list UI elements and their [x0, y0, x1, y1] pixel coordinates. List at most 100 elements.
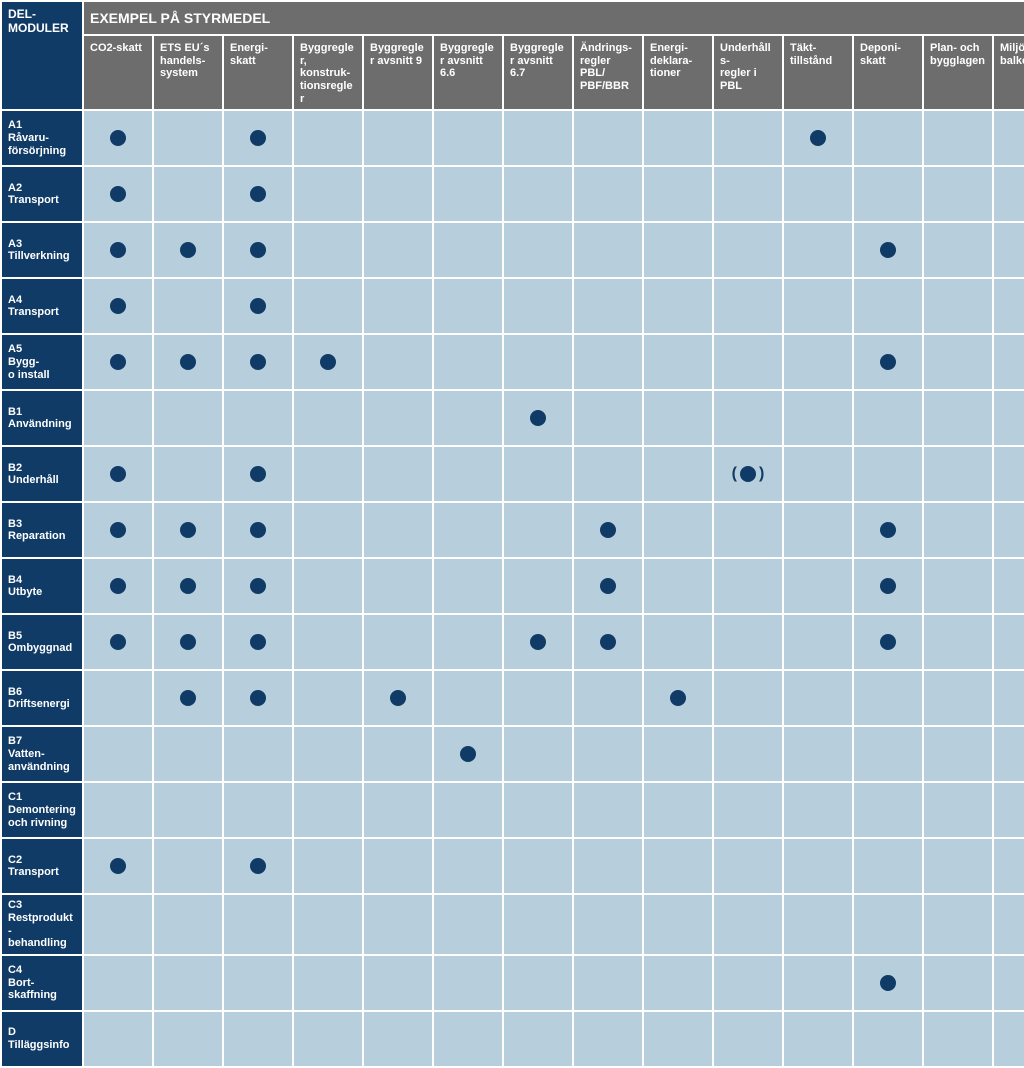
- matrix-cell: [294, 167, 362, 221]
- matrix-cell: [224, 956, 292, 1010]
- matrix-cell: [924, 335, 992, 389]
- matrix-cell: [84, 391, 152, 445]
- matrix-cell: [434, 335, 502, 389]
- dot-icon: [880, 634, 896, 650]
- matrix-cell: [434, 895, 502, 954]
- matrix-cell: [224, 671, 292, 725]
- dot-icon: [180, 578, 196, 594]
- dot-icon: [180, 354, 196, 370]
- matrix-cell: [574, 391, 642, 445]
- matrix-cell: [434, 447, 502, 501]
- row-header: B1Användning: [2, 391, 82, 445]
- dot-icon: [600, 578, 616, 594]
- dot-icon: [180, 242, 196, 258]
- col-header: Byggregler avsnitt 6.7: [504, 36, 572, 109]
- matrix-cell: [784, 956, 852, 1010]
- dot-icon: [250, 354, 266, 370]
- matrix-cell: [644, 503, 712, 557]
- matrix-cell: [924, 956, 992, 1010]
- matrix-cell: [714, 1012, 782, 1066]
- dot-icon: [250, 522, 266, 538]
- matrix-cell: [574, 335, 642, 389]
- dot-icon: [110, 578, 126, 594]
- matrix-cell: [924, 895, 992, 954]
- matrix-cell: [84, 223, 152, 277]
- row-header: DTilläggsinfo: [2, 1012, 82, 1066]
- matrix-cell: [924, 167, 992, 221]
- matrix-cell: [644, 839, 712, 893]
- matrix-cell: [854, 839, 922, 893]
- matrix-cell: [854, 391, 922, 445]
- matrix-cell: [784, 783, 852, 837]
- matrix-cell: [574, 279, 642, 333]
- dot-icon: [110, 634, 126, 650]
- matrix-cell: [364, 503, 432, 557]
- matrix-cell: [644, 671, 712, 725]
- matrix-cell: [224, 391, 292, 445]
- matrix-cell: [154, 503, 222, 557]
- matrix-cell: [574, 895, 642, 954]
- col-header: Energi-deklara-tioner: [644, 36, 712, 109]
- col-header: Byggregler avsnitt 9: [364, 36, 432, 109]
- matrix-cell: [224, 279, 292, 333]
- matrix-cell: [154, 167, 222, 221]
- matrix-cell: [854, 559, 922, 613]
- dot-icon: [740, 466, 756, 482]
- matrix-cell: [994, 503, 1024, 557]
- matrix-cell: [154, 895, 222, 954]
- matrix-cell: [854, 223, 922, 277]
- matrix-cell: [644, 223, 712, 277]
- matrix-cell: [574, 727, 642, 781]
- col-header: Deponi-skatt: [854, 36, 922, 109]
- matrix-cell: [154, 111, 222, 165]
- matrix-cell: [994, 559, 1024, 613]
- matrix-cell: [504, 391, 572, 445]
- matrix-cell: [154, 839, 222, 893]
- matrix-cell: [434, 223, 502, 277]
- dot-icon: [530, 634, 546, 650]
- matrix-cell: [154, 671, 222, 725]
- matrix-cell: [504, 839, 572, 893]
- matrix-cell: [224, 335, 292, 389]
- matrix-cell: [644, 783, 712, 837]
- matrix-cell: [714, 956, 782, 1010]
- dot-icon: [110, 354, 126, 370]
- col-header: ETS EU´s handels-system: [154, 36, 222, 109]
- matrix-cell: [504, 559, 572, 613]
- matrix-cell: [784, 1012, 852, 1066]
- matrix-cell: [224, 895, 292, 954]
- matrix-cell: [504, 1012, 572, 1066]
- matrix-cell: [294, 223, 362, 277]
- matrix-cell: [224, 559, 292, 613]
- matrix-cell: [154, 956, 222, 1010]
- row-header: B4Utbyte: [2, 559, 82, 613]
- row-header: B3Reparation: [2, 503, 82, 557]
- col-header: Byggregler, konstruk-tionsregler: [294, 36, 362, 109]
- dot-icon: [250, 634, 266, 650]
- matrix-cell: [644, 956, 712, 1010]
- matrix-cell: [84, 783, 152, 837]
- matrix-cell: [574, 447, 642, 501]
- matrix-cell: [364, 956, 432, 1010]
- matrix-cell: [574, 839, 642, 893]
- matrix-cell: [364, 895, 432, 954]
- matrix-cell: [784, 335, 852, 389]
- matrix-cell: [434, 391, 502, 445]
- matrix-cell: [294, 391, 362, 445]
- matrix-cell: [294, 335, 362, 389]
- matrix-cell: [854, 111, 922, 165]
- matrix-cell: [854, 895, 922, 954]
- matrix-cell: [434, 279, 502, 333]
- matrix-cell: [434, 671, 502, 725]
- matrix-cell: [504, 727, 572, 781]
- matrix-cell: [434, 615, 502, 669]
- dot-icon: [670, 690, 686, 706]
- matrix-cell: [994, 615, 1024, 669]
- matrix-cell: [154, 559, 222, 613]
- dot-icon: [600, 522, 616, 538]
- matrix-cell: [714, 671, 782, 725]
- matrix-cell: [994, 956, 1024, 1010]
- matrix-cell: [364, 727, 432, 781]
- matrix-cell: [644, 335, 712, 389]
- row-header: A4Transport: [2, 279, 82, 333]
